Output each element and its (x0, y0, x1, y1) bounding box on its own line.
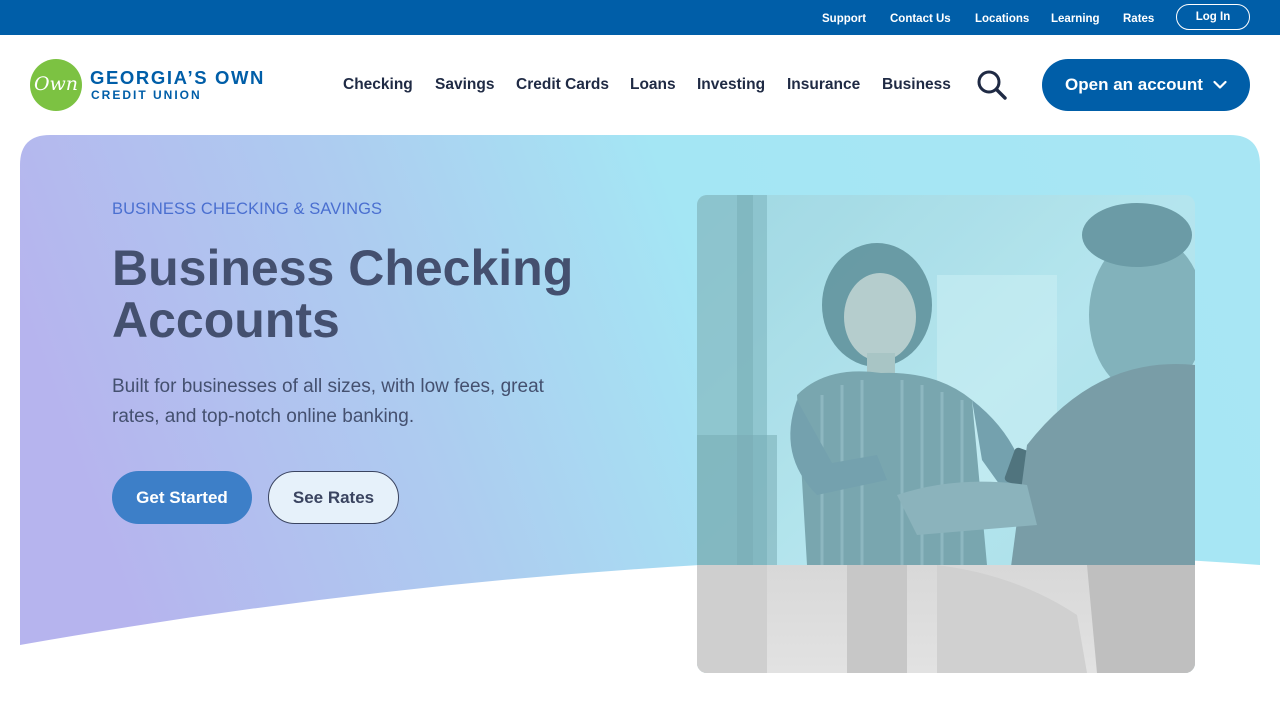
search-icon (977, 70, 1007, 100)
nav-item-checking[interactable]: Checking (343, 75, 413, 95)
main-header: Own GEORGIA’S OWN CREDIT UNION Checking … (0, 35, 1280, 135)
utility-link-rates[interactable]: Rates (1123, 11, 1154, 27)
utility-link-learning[interactable]: Learning (1051, 11, 1100, 27)
nav-item-loans[interactable]: Loans (630, 75, 676, 95)
open-account-label: Open an account (1065, 75, 1203, 94)
photo-illustration (697, 195, 1195, 673)
logo-script-text: Own (33, 73, 79, 95)
utility-link-support[interactable]: Support (822, 11, 866, 27)
utility-bar: Support Contact Us Locations Learning Ra… (0, 0, 1280, 35)
business-owner-photo (697, 195, 1195, 673)
nav-item-insurance[interactable]: Insurance (787, 75, 860, 95)
chevron-down-icon (1213, 80, 1227, 89)
hero-description: Built for businesses of all sizes, with … (112, 376, 544, 427)
utility-link-locations[interactable]: Locations (975, 11, 1029, 27)
nav-item-credit-cards[interactable]: Credit Cards (516, 75, 609, 95)
see-rates-button[interactable]: See Rates (268, 471, 399, 524)
get-started-button[interactable]: Get Started (112, 471, 252, 524)
login-button[interactable]: Log In (1176, 4, 1250, 30)
search-button[interactable] (975, 70, 1009, 100)
hero-eyebrow: BUSINESS CHECKING & SAVINGS (112, 200, 383, 218)
hero-title: Business Checking Accounts (112, 240, 574, 348)
nav-item-business[interactable]: Business (882, 75, 951, 95)
utility-link-contact-us[interactable]: Contact Us (890, 11, 951, 27)
open-account-button[interactable]: Open an account (1042, 59, 1250, 111)
nav-item-savings[interactable]: Savings (435, 75, 494, 95)
logo-name: GEORGIA’S OWN (90, 67, 265, 88)
hero-section: BUSINESS CHECKING & SAVINGS Business Che… (0, 135, 1280, 720)
nav-item-investing[interactable]: Investing (697, 75, 765, 95)
logo-subtitle: CREDIT UNION (91, 88, 202, 102)
logo[interactable]: Own GEORGIA’S OWN CREDIT UNION (30, 59, 280, 111)
